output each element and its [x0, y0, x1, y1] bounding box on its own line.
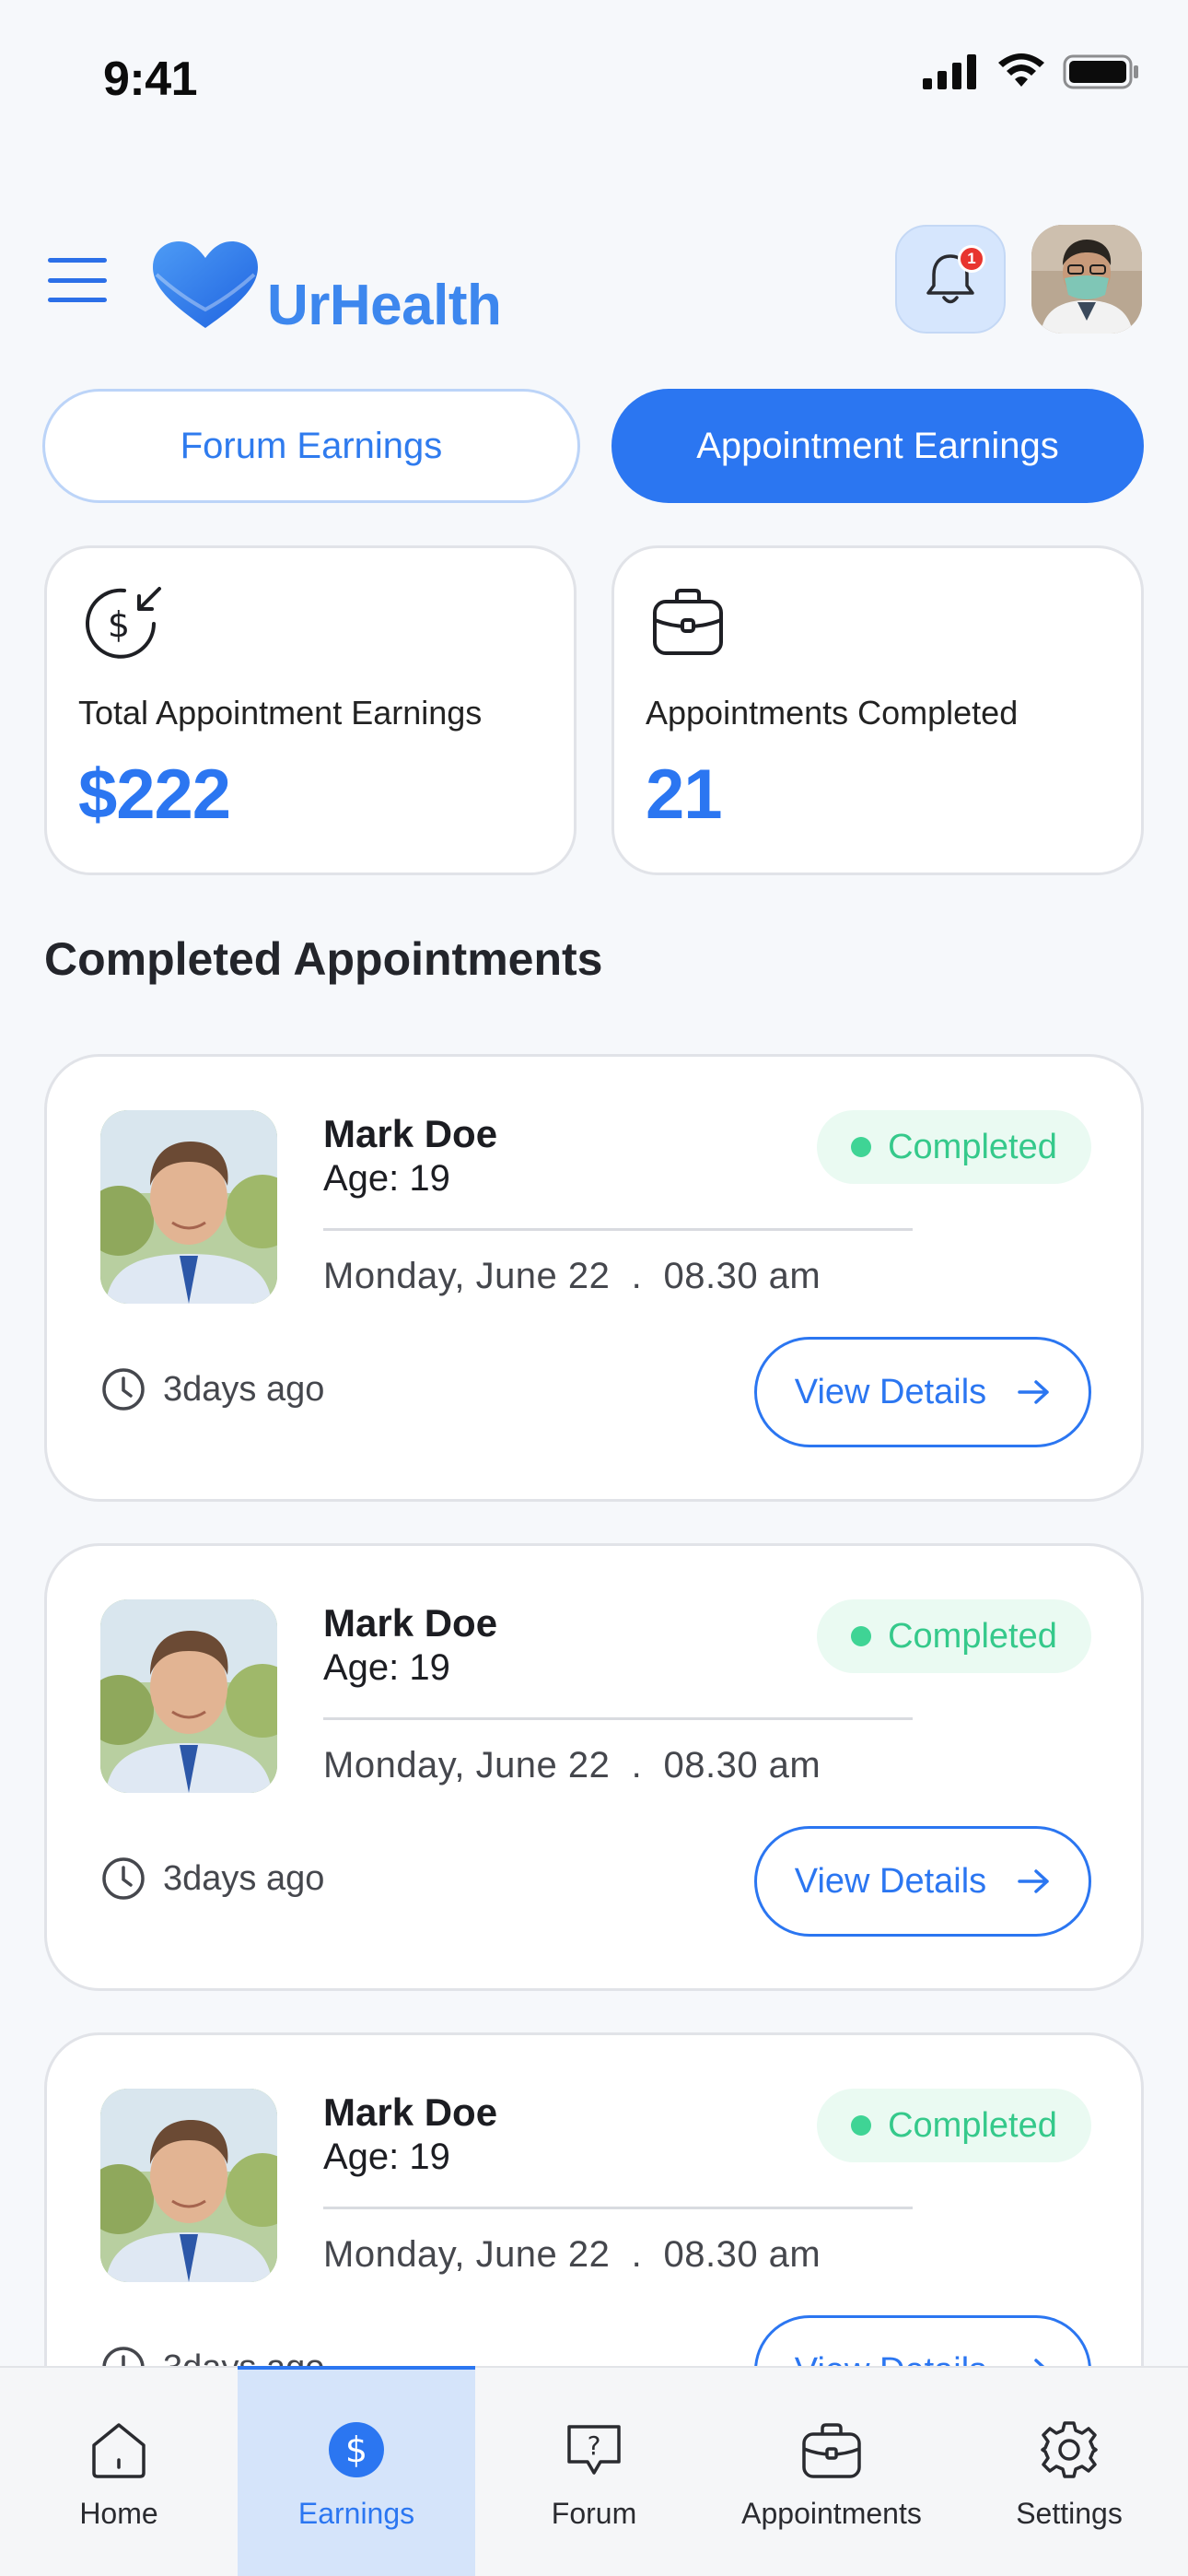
patient-age: Age: 19: [323, 2137, 450, 2177]
arrow-right-icon: [1018, 1380, 1049, 1404]
time-ago-text: 3days ago: [163, 1858, 325, 1898]
appointment-datetime: Monday, June 22 . 08.30 am: [323, 1256, 821, 1296]
nav-item-appointments[interactable]: Appointments: [713, 2368, 950, 2576]
status-badge: Completed: [817, 1599, 1091, 1673]
status-text: Completed: [888, 1616, 1057, 1656]
status-dot: [851, 2115, 872, 2136]
appointment-card: Mark Doe Age: 19 Completed Monday, June …: [44, 1054, 1144, 1502]
status-dot: [851, 1137, 872, 1157]
nav-label: Forum: [551, 2497, 637, 2530]
notification-badge: 1: [958, 245, 985, 273]
patient-photo: [100, 1599, 277, 1793]
divider: [323, 1717, 913, 1720]
appointment-datetime: Monday, June 22 . 08.30 am: [323, 1745, 821, 1786]
dollar-income-icon: $: [86, 587, 161, 659]
nav-item-home[interactable]: Home: [0, 2368, 238, 2576]
user-avatar[interactable]: [1031, 225, 1142, 334]
svg-text:$: $: [345, 2430, 367, 2470]
patient-name: Mark Doe: [323, 2090, 498, 2134]
doctor-avatar-image: [1031, 225, 1142, 334]
time-ago-text: 3days ago: [163, 1369, 325, 1409]
clock-icon: [102, 1368, 145, 1411]
earnings-screen: 9:41 UrHealth 1 Forum Earnings Appointme…: [0, 0, 1188, 2576]
question-chat-icon: ?: [567, 2425, 621, 2475]
view-details-button[interactable]: View Details: [754, 1337, 1091, 1447]
nav-label: Home: [79, 2497, 158, 2530]
menu-line: [48, 277, 107, 283]
view-details-button[interactable]: View Details: [754, 1826, 1091, 1937]
notifications-button[interactable]: 1: [895, 225, 1006, 334]
section-title: Completed Appointments: [44, 933, 603, 985]
patient-name: Mark Doe: [323, 1112, 498, 1155]
status-text: Completed: [888, 2105, 1057, 2145]
view-details-label: View Details: [794, 1861, 987, 1901]
time-ago: 3days ago: [100, 1366, 324, 1412]
patient-avatar-image: [100, 1110, 277, 1304]
clock-icon: [102, 1857, 145, 1900]
patient-photo: [100, 2089, 277, 2282]
tab-forum-earnings[interactable]: Forum Earnings: [42, 389, 580, 503]
stat-label: Total Appointment Earnings: [78, 694, 483, 732]
arrow-right-icon: [1018, 1869, 1049, 1893]
patient-avatar-image: [100, 1599, 277, 1793]
menu-line: [48, 298, 107, 302]
nav-label: Appointments: [741, 2497, 922, 2530]
stat-label: Appointments Completed: [646, 694, 1019, 732]
status-text: Completed: [888, 1127, 1057, 1166]
home-icon: [92, 2423, 146, 2478]
appointment-card: Mark Doe Age: 19 Completed Monday, June …: [44, 1543, 1144, 1991]
nav-item-settings[interactable]: Settings: [950, 2368, 1188, 2576]
status-dot: [851, 1626, 872, 1646]
tab-appointment-earnings[interactable]: Appointment Earnings: [611, 389, 1144, 503]
patient-name: Mark Doe: [323, 1601, 498, 1645]
bottom-navigation: Home $ Earnings ? Forum Appointments Set…: [0, 2366, 1188, 2576]
patient-avatar-image: [100, 2089, 277, 2282]
status-badge: Completed: [817, 2089, 1091, 2162]
nav-label: Earnings: [297, 2497, 415, 2530]
appointment-datetime: Monday, June 22 . 08.30 am: [323, 2234, 821, 2275]
briefcase-icon: [802, 2423, 861, 2478]
dollar-icon: $: [329, 2422, 384, 2477]
status-time: 9:41: [103, 53, 198, 106]
time-ago: 3days ago: [100, 1856, 324, 1902]
patient-age: Age: 19: [323, 1158, 450, 1199]
brand-name: UrHealth: [267, 274, 502, 337]
stat-value: 21: [646, 755, 723, 834]
signal-icon: [923, 54, 976, 89]
nav-label: Settings: [1016, 2497, 1123, 2530]
status-icons: [923, 53, 1140, 90]
menu-line: [48, 258, 107, 263]
svg-text:?: ?: [588, 2430, 601, 2461]
patient-photo: [100, 1110, 277, 1304]
divider: [323, 2207, 913, 2209]
svg-text:$: $: [108, 604, 130, 645]
gear-icon: [1041, 2421, 1098, 2478]
heart-logo-icon: [153, 240, 258, 328]
hamburger-menu-button[interactable]: [48, 258, 107, 302]
battery-icon: [1063, 54, 1138, 89]
stat-value: $222: [78, 755, 231, 834]
total-earnings-card: $ Total Appointment Earnings $222: [44, 545, 577, 875]
nav-item-forum[interactable]: ? Forum: [475, 2368, 713, 2576]
briefcase-icon: [653, 589, 723, 655]
patient-age: Age: 19: [323, 1647, 450, 1688]
wifi-icon: [998, 53, 1044, 87]
divider: [323, 1228, 913, 1231]
view-details-label: View Details: [794, 1372, 987, 1411]
appointments-completed-card: Appointments Completed 21: [611, 545, 1144, 875]
brand-logo: UrHealth: [149, 232, 502, 338]
status-badge: Completed: [817, 1110, 1091, 1184]
nav-item-earnings[interactable]: $ Earnings: [238, 2366, 475, 2576]
